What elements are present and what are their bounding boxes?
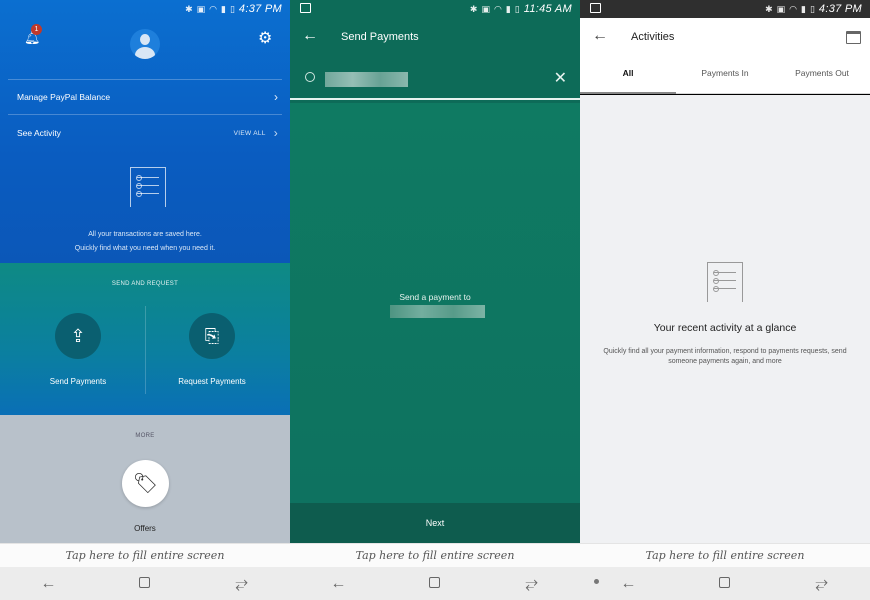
receipt-icon bbox=[707, 262, 743, 302]
recents-nav-icon[interactable]: ⥂ bbox=[222, 575, 262, 593]
dot-icon bbox=[594, 579, 599, 584]
page-title: Send Payments bbox=[341, 31, 419, 43]
view-all-link[interactable]: VIEW ALL › bbox=[234, 126, 278, 140]
back-arrow-icon[interactable]: ← bbox=[302, 27, 318, 45]
nfc-icon: ▣ bbox=[196, 3, 206, 14]
bluetooth-icon: ✱ bbox=[765, 3, 773, 14]
status-time: 4:37 PM bbox=[238, 3, 282, 15]
status-bar: ✱ ▣ ◠ ▮ ▯ 11:45 AM bbox=[290, 0, 580, 18]
battery-icon: ▯ bbox=[809, 3, 815, 14]
manage-balance-label: Manage PayPal Balance bbox=[17, 92, 111, 102]
home-nav-icon[interactable] bbox=[415, 575, 455, 593]
back-nav-icon[interactable]: ← bbox=[608, 575, 648, 593]
home-nav-icon[interactable] bbox=[125, 575, 165, 593]
bluetooth-icon: ✱ bbox=[469, 3, 478, 14]
recipient-search-field[interactable]: ✕ bbox=[290, 60, 580, 100]
image-notification-icon bbox=[300, 3, 311, 13]
see-activity-label: See Activity bbox=[17, 128, 61, 138]
divider bbox=[8, 79, 282, 80]
image-notification-icon bbox=[590, 3, 601, 13]
send-payments-label[interactable]: Send Payments bbox=[18, 377, 138, 386]
fill-screen-hint[interactable]: Tap here to fill entire screen bbox=[0, 543, 290, 567]
request-money-icon: ⎘ bbox=[204, 325, 220, 346]
send-money-icon: ⇪ bbox=[70, 325, 86, 346]
battery-icon: ▯ bbox=[229, 3, 235, 14]
search-icon bbox=[305, 72, 315, 82]
request-payments-label[interactable]: Request Payments bbox=[152, 377, 272, 386]
manage-balance-row[interactable]: Manage PayPal Balance › bbox=[17, 90, 278, 104]
back-arrow-icon[interactable]: ← bbox=[592, 27, 608, 45]
status-bar: ✱ ▣ ◠ ▮ ▯ 4:37 PM bbox=[0, 0, 290, 18]
offers-button[interactable]: 🏷︎ bbox=[122, 460, 169, 507]
fill-screen-hint[interactable]: Tap here to fill entire screen bbox=[580, 543, 870, 567]
receipt-icon bbox=[130, 167, 166, 207]
next-label: Next bbox=[425, 518, 445, 528]
nfc-icon: ▣ bbox=[776, 3, 786, 14]
navigation-bar: ← ⥂ bbox=[290, 567, 580, 600]
status-bar: ✱ ▣ ◠ ▮ ▯ 4:37 PM bbox=[580, 0, 870, 18]
page-title: Activities bbox=[631, 31, 675, 43]
activity-list-empty bbox=[580, 95, 870, 543]
empty-line-2: Quickly find what you need when you need… bbox=[74, 245, 216, 252]
back-nav-icon[interactable]: ← bbox=[28, 575, 68, 593]
tab-all[interactable]: All bbox=[580, 68, 676, 78]
offers-label[interactable]: Offers bbox=[0, 524, 290, 533]
fill-screen-hint[interactable]: Tap here to fill entire screen bbox=[290, 543, 580, 567]
redacted-recipient-name bbox=[390, 305, 485, 318]
recents-nav-icon[interactable]: ⥂ bbox=[512, 575, 552, 593]
empty-headline: Your recent activity at a glance bbox=[653, 322, 797, 334]
gear-icon[interactable]: ⚙ bbox=[258, 28, 272, 48]
notification-badge: 1 bbox=[31, 24, 42, 35]
next-button[interactable]: Next bbox=[290, 503, 580, 543]
battery-icon: ▯ bbox=[514, 3, 520, 14]
empty-line-1: All your transactions are saved here. bbox=[88, 231, 202, 238]
recipient-area bbox=[290, 103, 580, 503]
view-all-label: VIEW ALL bbox=[233, 129, 266, 137]
avatar[interactable] bbox=[130, 29, 160, 59]
recents-nav-icon[interactable]: ⥂ bbox=[802, 575, 842, 593]
wifi-icon: ◠ bbox=[789, 3, 798, 14]
divider bbox=[145, 306, 146, 394]
chevron-right-icon: › bbox=[273, 126, 278, 140]
send-payments-button[interactable]: ⇪ bbox=[55, 313, 101, 359]
navigation-bar: ← ⥂ bbox=[0, 567, 290, 600]
empty-description: Quickly find all your payment informatio… bbox=[603, 348, 847, 365]
signal-icon: ▮ bbox=[505, 3, 511, 14]
wifi-icon: ◠ bbox=[209, 3, 218, 14]
close-icon[interactable]: ✕ bbox=[554, 68, 567, 88]
active-tab-indicator bbox=[580, 92, 676, 94]
send-payments-screen: ✱ ▣ ◠ ▮ ▯ 11:45 AM ← Send Payments ✕ Sen… bbox=[290, 0, 580, 600]
tag-icon: 🏷︎ bbox=[132, 473, 159, 495]
send-prompt: Send a payment to bbox=[399, 292, 471, 302]
navigation-bar: ← ⥂ bbox=[580, 567, 870, 600]
send-request-title: SEND AND REQUEST bbox=[111, 281, 179, 287]
app-bar bbox=[290, 18, 580, 58]
activities-screen: ✱ ▣ ◠ ▮ ▯ 4:37 PM ← Activities All Payme… bbox=[580, 0, 870, 600]
tab-payments-out[interactable]: Payments Out bbox=[774, 68, 870, 78]
wifi-icon: ◠ bbox=[493, 3, 502, 14]
signal-icon: ▮ bbox=[801, 3, 806, 14]
divider bbox=[8, 114, 282, 115]
see-activity-row[interactable]: See Activity VIEW ALL › bbox=[17, 126, 278, 140]
request-payments-button[interactable]: ⎘ bbox=[189, 313, 235, 359]
paypal-home-screen: ✱ ▣ ◠ ▮ ▯ 4:37 PM 🔔︎ 1 ⚙ Manage PayPal B… bbox=[0, 0, 290, 600]
bluetooth-icon: ✱ bbox=[185, 3, 193, 14]
tab-payments-in[interactable]: Payments In bbox=[677, 68, 773, 78]
calendar-icon[interactable] bbox=[846, 31, 861, 44]
home-nav-icon[interactable] bbox=[705, 575, 745, 593]
signal-icon: ▮ bbox=[221, 3, 226, 14]
status-time: 11:45 AM bbox=[523, 3, 572, 15]
status-time: 4:37 PM bbox=[818, 3, 862, 15]
more-title: MORE bbox=[135, 433, 155, 439]
redacted-recipient-input[interactable] bbox=[325, 72, 408, 87]
chevron-right-icon: › bbox=[274, 90, 278, 104]
empty-activity-text: All your transactions are saved here. Qu… bbox=[0, 228, 290, 256]
app-bar bbox=[580, 18, 870, 94]
nfc-icon: ▣ bbox=[481, 3, 490, 14]
back-nav-icon[interactable]: ← bbox=[318, 575, 358, 593]
